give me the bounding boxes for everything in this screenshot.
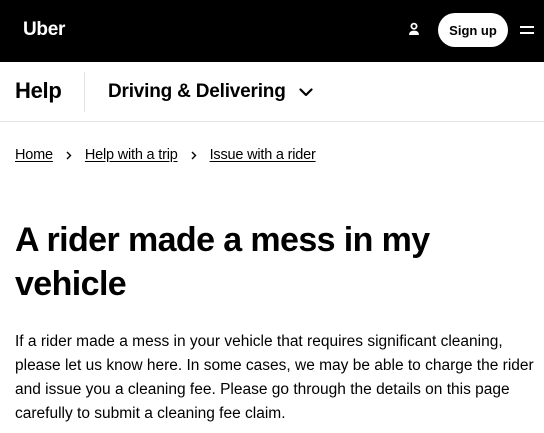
breadcrumb-issue-with-a-rider[interactable]: Issue with a rider — [210, 147, 316, 163]
sign-up-button[interactable]: Sign up — [438, 13, 508, 47]
section-label: Driving & Delivering — [108, 81, 286, 102]
chevron-down-icon — [298, 84, 314, 100]
subnav-divider — [84, 72, 85, 112]
article-intro: If a rider made a mess in your vehicle t… — [15, 333, 534, 422]
breadcrumb-help-with-a-trip[interactable]: Help with a trip — [85, 147, 178, 163]
person-icon — [407, 22, 421, 41]
top-navigation-bar: Uber Sign up — [0, 0, 544, 62]
help-title[interactable]: Help — [15, 75, 62, 107]
uber-logo[interactable]: Uber — [23, 18, 65, 42]
chevron-right-icon — [178, 151, 210, 160]
section-dropdown[interactable]: Driving & Delivering — [108, 76, 314, 108]
account-button[interactable] — [400, 17, 428, 45]
page-title: A rider made a mess in my vehicle — [15, 221, 430, 303]
breadcrumb-home[interactable]: Home — [15, 147, 53, 163]
chevron-right-icon — [53, 151, 85, 160]
breadcrumb: Home Help with a trip Issue with a rider — [15, 143, 316, 167]
menu-button[interactable] — [520, 17, 544, 45]
hamburger-menu-icon — [520, 22, 534, 40]
help-subnav: Help Driving & Delivering — [0, 62, 544, 122]
